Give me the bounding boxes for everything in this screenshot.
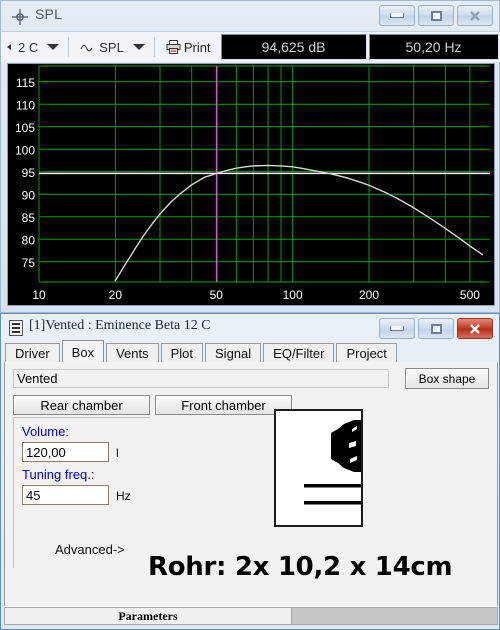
curve-select-value: SPL <box>99 39 124 55</box>
rear-chamber-button[interactable]: Rear chamber <box>13 395 150 415</box>
box-window: [1]Vented : Eminence Beta 12 C Driver Box… <box>0 313 500 630</box>
left-arrow-icon <box>7 44 11 50</box>
tab-signal[interactable]: Signal <box>205 343 262 363</box>
spl-chart-canvas: 75 80 85 90 95 100 105 110 115 10 20 50 100 200 500 <box>8 64 494 305</box>
status-pane-parameters: Parameters <box>4 607 292 625</box>
front-chamber-button[interactable]: Front chamber <box>155 395 292 415</box>
curve-select[interactable]: SPL <box>74 34 149 60</box>
tab-vents[interactable]: Vents <box>106 343 159 363</box>
tab-label: Vents <box>116 346 149 361</box>
close-icon <box>470 10 480 21</box>
svg-text:80: 80 <box>22 233 36 247</box>
tuning-freq-unit-label: Hz <box>116 489 131 503</box>
toolbar-divider-1 <box>68 37 70 57</box>
spl-window-title: SPL <box>35 6 63 22</box>
vent-tube-1 <box>304 484 361 488</box>
status-pane-empty <box>292 607 498 625</box>
tab-label: Signal <box>215 346 252 361</box>
minimize-icon <box>390 13 404 18</box>
volume-label: Volume: <box>22 424 69 439</box>
box-maximize-button[interactable] <box>418 318 454 339</box>
box-window-title: [1]Vented : Eminence Beta 12 C <box>29 318 211 333</box>
tuning-freq-input[interactable]: 45 <box>22 485 109 505</box>
tab-label: Project <box>346 346 387 361</box>
printer-icon <box>166 40 181 54</box>
volume-input[interactable]: 120,00 <box>22 442 109 462</box>
tab-driver[interactable]: Driver <box>5 343 60 363</box>
box-tab-bar: Driver Box Vents Plot Signal EQ/Filter Project <box>1 340 500 363</box>
minimize-icon <box>390 326 404 331</box>
box-status-bar: Parameters <box>4 606 498 625</box>
spl-minimize-button[interactable] <box>379 5 415 26</box>
box-window-controls <box>379 318 493 339</box>
spl-graph[interactable]: 75 80 85 90 95 100 105 110 115 10 20 50 100 200 500 <box>7 63 495 306</box>
advanced-link[interactable]: Advanced-> <box>55 542 125 557</box>
chevron-down-icon <box>132 44 145 50</box>
spl-title-bar[interactable]: SPL <box>1 1 499 31</box>
tab-label: Driver <box>15 346 50 361</box>
curve-icon <box>80 44 93 52</box>
box-shape-drawing <box>276 411 361 525</box>
toolbar-divider-2 <box>153 37 155 57</box>
volume-unit-label: l <box>116 446 119 460</box>
box-title-bar[interactable]: [1]Vented : Eminence Beta 12 C <box>1 314 499 342</box>
svg-text:90: 90 <box>22 188 36 202</box>
svg-text:110: 110 <box>16 98 35 112</box>
vent-tube-2 <box>304 501 361 505</box>
svg-text:95: 95 <box>22 166 36 180</box>
spl-maximize-button[interactable] <box>418 5 454 26</box>
spl-window-controls <box>379 5 493 26</box>
tab-plot[interactable]: Plot <box>160 343 204 363</box>
print-button-label: Print <box>183 39 211 55</box>
svg-text:85: 85 <box>22 211 36 225</box>
box-shape-preview[interactable] <box>274 409 363 527</box>
app-root: SPL 2 C SPL Print 94,625 dB 50,20 Hz 75 … <box>0 0 500 630</box>
svg-text:10: 10 <box>32 288 46 302</box>
box-shape-button[interactable]: Box shape <box>405 368 489 389</box>
svg-text:50: 50 <box>210 288 224 302</box>
svg-text:500: 500 <box>460 288 480 302</box>
svg-text:100: 100 <box>283 288 303 302</box>
svg-text:115: 115 <box>16 76 35 90</box>
tab-eq-filter[interactable]: EQ/Filter <box>263 343 335 363</box>
box-name-input[interactable]: Vented <box>13 369 389 388</box>
channel-select-value: 2 C <box>18 39 39 55</box>
spl-toolbar: 2 C SPL Print 94,625 dB 50,20 Hz <box>1 31 500 62</box>
channel-select[interactable]: 2 C <box>1 34 63 60</box>
tuning-freq-label: Tuning freq.: <box>22 467 95 482</box>
chart-background <box>8 64 494 305</box>
svg-text:75: 75 <box>22 256 36 270</box>
tab-label: Box <box>71 344 95 360</box>
vent-annotation: Rohr: 2x 10,2 x 14cm <box>148 552 453 582</box>
svg-text:105: 105 <box>15 121 35 135</box>
tab-label: EQ/Filter <box>273 346 325 361</box>
maximize-icon <box>430 323 442 334</box>
chevron-down-icon <box>47 44 60 50</box>
tab-label: Plot <box>170 346 194 361</box>
svg-text:20: 20 <box>109 288 123 302</box>
svg-text:100: 100 <box>15 143 35 157</box>
document-icon <box>9 320 23 336</box>
close-icon <box>470 323 480 334</box>
tab-box[interactable]: Box <box>61 340 105 363</box>
spl-readout-hz: 50,20 Hz <box>368 34 499 60</box>
print-button[interactable]: Print <box>160 34 217 60</box>
box-close-button[interactable] <box>457 318 493 339</box>
box-minimize-button[interactable] <box>379 318 415 339</box>
maximize-icon <box>430 10 442 21</box>
spl-readout-db: 94,625 dB <box>220 34 367 60</box>
tab-project[interactable]: Project <box>336 343 397 363</box>
spl-close-button[interactable] <box>457 5 493 26</box>
rear-chamber-group: Volume: 120,00 l Tuning freq.: 45 Hz Adv… <box>13 417 150 568</box>
svg-text:200: 200 <box>359 288 379 302</box>
spl-window: SPL 2 C SPL Print 94,625 dB 50,20 Hz 75 … <box>0 0 500 313</box>
crosshair-icon <box>11 8 29 26</box>
